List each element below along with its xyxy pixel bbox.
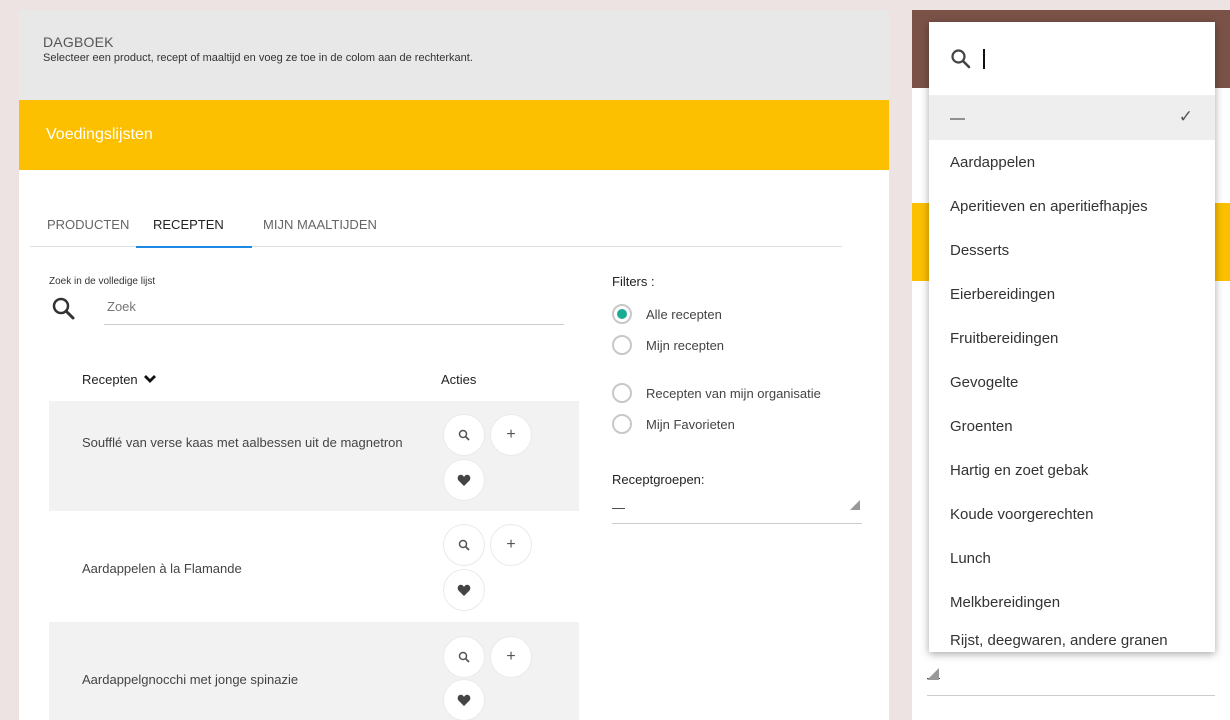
recipe-name[interactable]: Soufflé van verse kaas met aalbessen uit… <box>82 434 412 452</box>
group-dropdown: — ✓ Aardappelen Aperitieven en aperitief… <box>929 22 1215 652</box>
add-button[interactable]: + <box>490 414 532 456</box>
magnifier-icon <box>458 539 470 551</box>
dropdown-option[interactable]: — ✓ <box>929 96 1215 140</box>
favorite-button[interactable] <box>443 569 485 611</box>
search-input[interactable] <box>104 293 564 325</box>
dropdown-option[interactable]: Gevogelte <box>929 360 1215 404</box>
dropdown-option[interactable]: Hartig en zoet gebak <box>929 448 1215 492</box>
dropdown-option[interactable]: Lunch <box>929 536 1215 580</box>
heart-icon <box>457 474 471 486</box>
view-button[interactable] <box>443 524 485 566</box>
side-select[interactable]: — <box>927 650 1215 696</box>
option-label: Gevogelte <box>950 373 1019 391</box>
heart-icon <box>457 694 471 706</box>
filter-alle-recepten[interactable]: Alle recepten <box>612 304 722 324</box>
option-label: Rijst, deegwaren, andere granen <box>950 632 1168 649</box>
filter-label: Recepten van mijn organisatie <box>646 385 821 401</box>
search-label: Zoek in de volledige lijst <box>49 276 156 287</box>
option-label: Koude voorgerechten <box>950 505 1094 523</box>
recipes-column-label: Recepten <box>82 372 138 387</box>
magnifier-icon <box>458 429 470 441</box>
tab-mijn-maaltijden[interactable]: MIJN MAALTIJDEN <box>263 205 413 247</box>
dropdown-option[interactable]: Koude voorgerechten <box>929 492 1215 536</box>
plus-icon: + <box>506 536 516 553</box>
checkmark-icon: ✓ <box>1178 107 1193 126</box>
search-icon <box>951 48 971 68</box>
favorite-button[interactable] <box>443 679 485 720</box>
dropdown-option[interactable]: Eierbereidingen <box>929 272 1215 316</box>
search-icon[interactable] <box>49 294 79 324</box>
filter-label: Mijn recepten <box>646 337 725 353</box>
heart-icon <box>457 584 471 596</box>
view-button[interactable] <box>443 636 485 678</box>
magnifier-icon <box>458 651 470 663</box>
recipe-name[interactable]: Aardappelgnocchi met jonge spinazie <box>82 671 412 689</box>
page-header: DAGBOEK Selecteer een product, recept of… <box>19 10 889 100</box>
option-label: Eierbereidingen <box>950 285 1056 303</box>
section-header: Voedingslijsten <box>19 100 889 170</box>
dropdown-option[interactable]: Rijst, deegwaren, andere granen <box>929 624 1215 652</box>
filters-panel: Filters : Alle recepten Mijn recepten Re… <box>612 274 872 524</box>
tab-producten[interactable]: PRODUCTEN <box>47 205 153 247</box>
tab-recepten[interactable]: RECEPTEN <box>136 205 263 248</box>
option-label: Aardappelen <box>950 153 1036 171</box>
add-button[interactable]: + <box>490 636 532 678</box>
add-button[interactable]: + <box>490 524 532 566</box>
section-title: Voedingslijsten <box>46 126 153 143</box>
filter-mijn-recepten[interactable]: Mijn recepten <box>612 335 724 355</box>
filter-organisatie[interactable]: Recepten van mijn organisatie <box>612 383 821 403</box>
select-caret-icon <box>850 500 860 510</box>
dropdown-option[interactable]: Aardappelen <box>929 140 1215 184</box>
option-label: Aperitieven en aperitiefhapjes <box>950 197 1148 215</box>
search-block: Zoek in de volledige lijst <box>49 276 569 325</box>
tab-bar: PRODUCTEN RECEPTEN MIJN MAALTIJDEN <box>30 205 842 248</box>
chevron-down-icon <box>144 375 157 383</box>
page-title: DAGBOEK <box>43 34 114 50</box>
table-row: Aardappelen à la Flamande + <box>49 511 579 621</box>
recipe-groups-value: — <box>612 500 625 515</box>
text-cursor <box>983 48 985 69</box>
radio-icon <box>612 335 632 355</box>
option-label: — <box>950 109 965 127</box>
filters-title: Filters : <box>612 274 655 289</box>
option-label: Hartig en zoet gebak <box>950 461 1089 479</box>
dropdown-option[interactable]: Desserts <box>929 228 1215 272</box>
actions-column-header: Acties <box>441 372 477 387</box>
plus-icon: + <box>506 426 516 443</box>
list-header: Recepten Acties <box>49 372 579 402</box>
option-label: Fruitbereidingen <box>950 329 1059 347</box>
radio-icon <box>612 414 632 434</box>
radio-icon <box>612 383 632 403</box>
recipe-groups-select[interactable]: — <box>612 496 862 524</box>
option-label: Desserts <box>950 241 1010 259</box>
filter-label: Mijn Favorieten <box>646 416 735 432</box>
dropdown-option[interactable]: Aperitieven en aperitiefhapjes <box>929 184 1215 228</box>
table-row: Soufflé van verse kaas met aalbessen uit… <box>49 401 579 511</box>
filter-label: Alle recepten <box>646 306 722 322</box>
dropdown-option[interactable]: Fruitbereidingen <box>929 316 1215 360</box>
filter-favorieten[interactable]: Mijn Favorieten <box>612 414 735 434</box>
radio-selected-icon <box>612 304 632 324</box>
view-button[interactable] <box>443 414 485 456</box>
page-subtitle: Selecteer een product, recept of maaltij… <box>43 52 473 64</box>
recipes-column-header[interactable]: Recepten <box>82 372 157 387</box>
favorite-button[interactable] <box>443 459 485 501</box>
dropdown-search[interactable] <box>929 22 1215 96</box>
option-label: Melkbereidingen <box>950 593 1061 611</box>
dropdown-option[interactable]: Groenten <box>929 404 1215 448</box>
recipe-name[interactable]: Aardappelen à la Flamande <box>82 560 412 578</box>
dropdown-option[interactable]: Melkbereidingen <box>929 580 1215 624</box>
plus-icon: + <box>506 648 516 665</box>
select-caret-icon <box>927 668 939 680</box>
recipe-groups-label: Receptgroepen: <box>612 472 705 487</box>
option-label: Groenten <box>950 417 1013 435</box>
option-label: Lunch <box>950 549 991 567</box>
table-row: Aardappelgnocchi met jonge spinazie + <box>49 622 579 720</box>
